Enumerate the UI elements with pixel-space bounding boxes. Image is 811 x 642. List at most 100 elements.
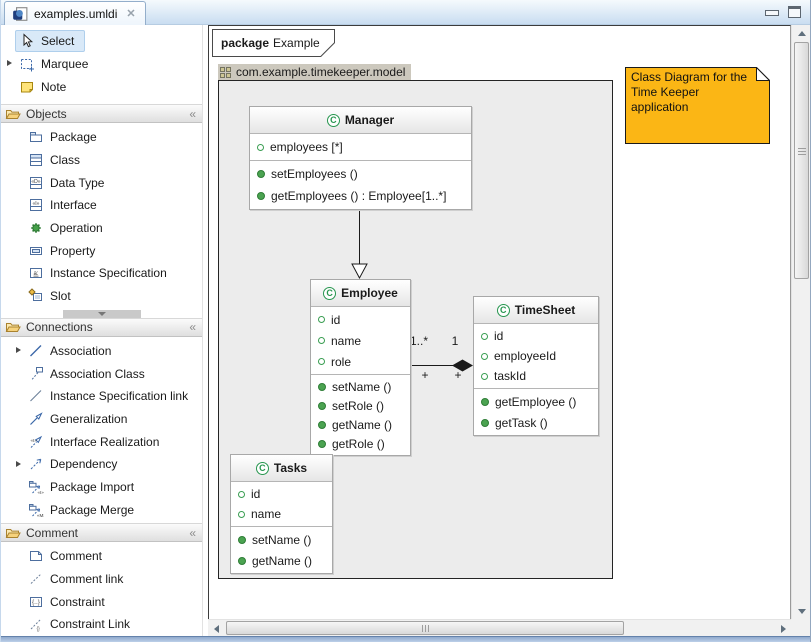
association-adornment-source[interactable]: + (419, 368, 431, 382)
palette-scroll-down[interactable] (63, 310, 141, 318)
scroll-up-icon[interactable] (792, 25, 811, 41)
collapse-icon[interactable]: « (189, 320, 195, 334)
attribute[interactable]: employeeId (474, 346, 598, 366)
palette-item-interface[interactable]: Interface (1, 194, 202, 217)
palette-item-marquee[interactable]: Marquee (1, 52, 202, 75)
palette-item-instance-specification[interactable]: Instance Specification (1, 262, 202, 285)
package-grid-icon (220, 67, 231, 78)
class-manager[interactable]: C Manager employees [*] setEmployees () … (249, 106, 472, 210)
editor-tab-title: examples.umldi (34, 7, 117, 21)
attribute[interactable]: id (311, 309, 410, 330)
palette-item-instance-specification-link[interactable]: Instance Specification link (1, 385, 202, 408)
vertical-scrollbar[interactable] (791, 25, 811, 619)
comment-note[interactable]: Class Diagram for the Time Keeper applic… (625, 67, 770, 144)
drawer-connections[interactable]: Connections « (1, 318, 202, 337)
flyout-arrow-icon[interactable] (4, 58, 15, 69)
palette-item-property[interactable]: Property (1, 239, 202, 262)
palette-item-class[interactable]: Class (1, 149, 202, 172)
collapse-icon[interactable]: « (189, 526, 195, 540)
operation[interactable]: setRole () (311, 396, 410, 415)
palette-item-association-class[interactable]: Association Class (1, 362, 202, 385)
class-employee[interactable]: C Employee id name role setName () setRo… (310, 279, 411, 456)
scroll-down-icon[interactable] (792, 603, 811, 619)
palette-item-data-type[interactable]: Data Type (1, 171, 202, 194)
attribute[interactable]: role (311, 351, 410, 372)
diagram-canvas[interactable]: package Example com.example.timekeeper.m… (208, 25, 791, 619)
operation-icon (318, 383, 326, 391)
operations-compartment: getEmployee () getTask () (474, 388, 598, 435)
palette-item-label: Note (41, 80, 66, 94)
palette-item-slot[interactable]: Slot (1, 285, 202, 308)
association-multiplicity-target[interactable]: 1 (449, 334, 461, 348)
package-name-label[interactable]: com.example.timekeeper.model (218, 64, 411, 80)
class-header[interactable]: C Employee (311, 280, 410, 306)
attribute-icon (481, 373, 488, 380)
palette-item-note[interactable]: Note (1, 75, 202, 98)
minimize-icon[interactable] (765, 7, 777, 18)
operation[interactable]: setEmployees () (250, 163, 471, 185)
maximize-icon[interactable] (788, 6, 801, 18)
palette-item-operation[interactable]: Operation (1, 217, 202, 240)
operation[interactable]: getEmployee () (474, 391, 598, 412)
dependency-icon (28, 456, 44, 472)
horizontal-scrollbar[interactable] (208, 619, 791, 636)
class-timesheet[interactable]: C TimeSheet id employeeId taskId getEmpl… (473, 296, 599, 436)
flyout-arrow-icon[interactable] (13, 459, 24, 470)
drawer-comment[interactable]: Comment « (1, 523, 202, 542)
objects-items: Package Class Data Type Interface Operat… (1, 123, 202, 310)
palette-item-association[interactable]: Association (1, 340, 202, 363)
operation[interactable]: getRole () (311, 434, 410, 453)
palette: Select Marquee Note Objects « Package Cl… (1, 25, 203, 636)
flyout-arrow-icon[interactable] (13, 345, 24, 356)
attribute[interactable]: id (474, 326, 598, 346)
scroll-right-icon[interactable] (775, 620, 791, 637)
operation-icon (257, 192, 265, 200)
class-header[interactable]: C Manager (250, 107, 471, 133)
connections-items: Association Association Class Instance S… (1, 337, 202, 524)
constraint-link-icon (28, 616, 44, 632)
operation[interactable]: setName () (231, 529, 332, 550)
operation-icon (318, 402, 326, 410)
attribute[interactable]: name (231, 504, 332, 524)
drawer-objects[interactable]: Objects « (1, 104, 202, 123)
palette-item-constraint[interactable]: Constraint (1, 590, 202, 613)
palette-item-interface-realization[interactable]: Interface Realization (1, 430, 202, 453)
class-tasks[interactable]: C Tasks id name setName () getName () (230, 454, 333, 574)
class-badge-icon: C (497, 304, 510, 317)
vertical-scrollbar-thumb[interactable] (794, 42, 809, 279)
palette-item-generalization[interactable]: Generalization (1, 408, 202, 431)
palette-item-comment[interactable]: Comment (1, 545, 202, 568)
palette-item-comment-link[interactable]: Comment link (1, 568, 202, 591)
attribute[interactable]: name (311, 330, 410, 351)
palette-item-package-import[interactable]: Package Import (1, 476, 202, 499)
scroll-left-icon[interactable] (208, 620, 224, 637)
open-folder-icon (5, 106, 21, 122)
class-badge-icon: C (256, 462, 269, 475)
operation[interactable]: setName () (311, 377, 410, 396)
operation[interactable]: getName () (311, 415, 410, 434)
drawer-label: Objects (26, 107, 67, 121)
palette-item-package-merge[interactable]: Package Merge (1, 498, 202, 521)
diagram-frame-label: package Example (212, 29, 335, 57)
association-adornment-target[interactable]: + (452, 368, 464, 382)
attribute[interactable]: employees [*] (250, 136, 471, 158)
collapse-icon[interactable]: « (189, 107, 195, 121)
palette-item-select[interactable]: Select (1, 29, 202, 52)
palette-item-dependency[interactable]: Dependency (1, 453, 202, 476)
class-header[interactable]: C TimeSheet (474, 297, 598, 323)
palette-item-constraint-link[interactable]: Constraint Link (1, 613, 202, 636)
class-name: Employee (341, 286, 398, 300)
close-icon[interactable]: ✕ (126, 7, 135, 20)
operation[interactable]: getEmployees () : Employee[1..*] (250, 185, 471, 207)
palette-item-package[interactable]: Package (1, 126, 202, 149)
attribute[interactable]: id (231, 484, 332, 504)
attributes-compartment: id name role (311, 306, 410, 374)
attribute[interactable]: taskId (474, 366, 598, 386)
operation-icon (238, 536, 246, 544)
class-header[interactable]: C Tasks (231, 455, 332, 481)
operation[interactable]: getName () (231, 550, 332, 571)
window-bottom-border (1, 636, 810, 642)
editor-tab[interactable]: examples.umldi ✕ (4, 1, 146, 25)
operation[interactable]: getTask () (474, 412, 598, 433)
horizontal-scrollbar-thumb[interactable] (226, 621, 624, 635)
